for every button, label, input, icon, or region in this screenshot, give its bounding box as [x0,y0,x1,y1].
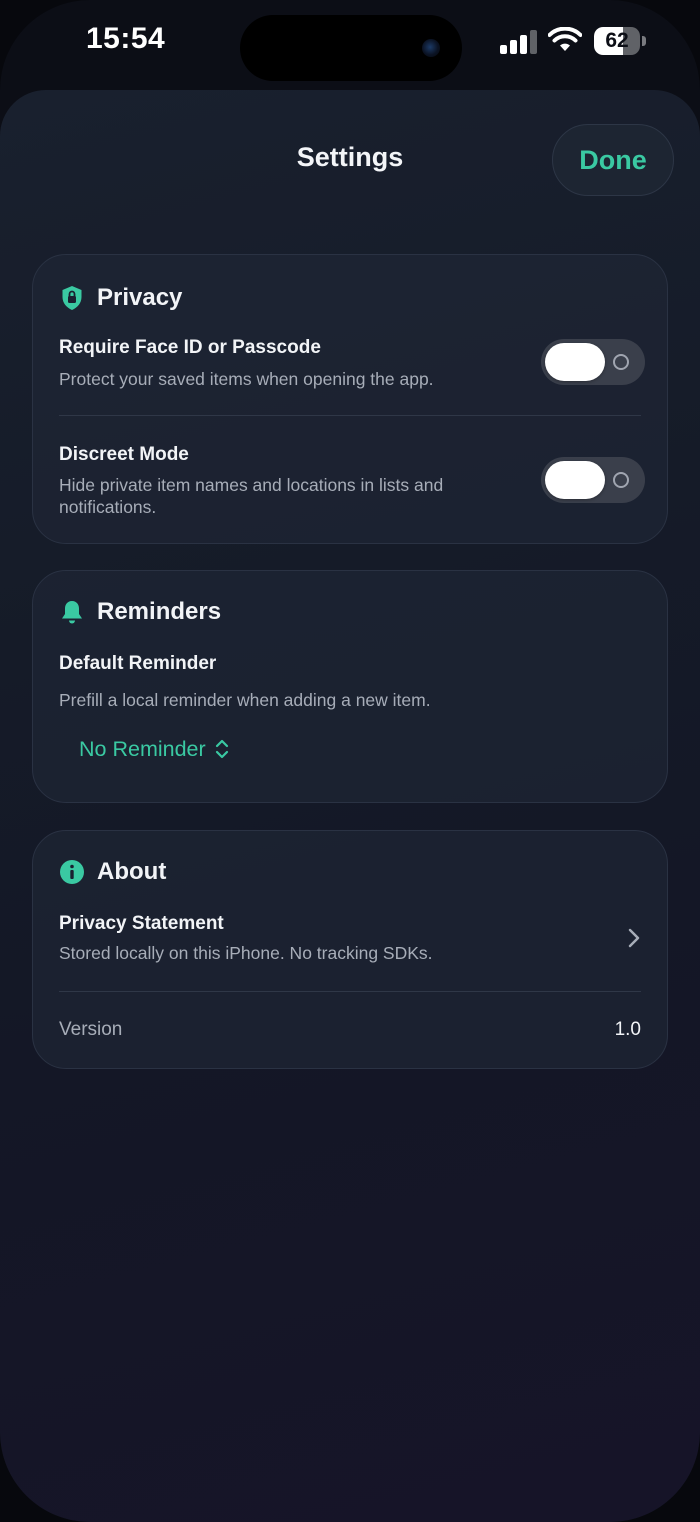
about-section-title: About [97,858,167,885]
about-card: About Privacy Statement Stored locally o… [32,830,668,1069]
done-button[interactable]: Done [552,124,674,196]
info-icon [59,859,85,885]
chevron-right-icon[interactable] [627,927,641,949]
status-bar: 15:54 62 [0,0,700,84]
toggle-off-indicator [613,354,629,370]
reminders-section-title: Reminders [97,598,222,625]
device-frame: 15:54 62 Settings Done Privacy Require F… [0,0,700,1522]
wifi-icon [548,27,582,51]
version-label: Version [59,1019,123,1040]
privacy-section-title: Privacy [97,284,183,311]
status-time: 15:54 [86,22,166,55]
shield-lock-icon [59,285,85,311]
discreet-mode-subtitle-line1: Hide private item names and locations in… [59,475,444,495]
privacy-statement-title[interactable]: Privacy Statement [59,913,224,935]
cellular-signal-icon [500,30,537,54]
chevron-up-down-icon [215,739,228,759]
divider [59,991,641,992]
require-auth-title: Require Face ID or Passcode [59,337,321,358]
version-value: 1.0 [614,1019,641,1040]
divider [59,415,641,416]
battery-percentage: 62 [605,29,629,52]
privacy-section-header: Privacy [59,283,182,313]
battery-body: 62 [594,27,640,55]
battery-cap [642,36,646,46]
screen: 15:54 62 Settings Done Privacy Require F… [0,0,700,1522]
discreet-mode-title: Discreet Mode [59,444,189,465]
discreet-mode-toggle[interactable] [541,457,645,503]
front-camera [422,39,440,57]
default-reminder-title: Default Reminder [59,653,217,674]
toggle-knob [545,461,605,499]
dynamic-island [240,15,462,81]
toggle-off-indicator [613,472,629,488]
discreet-mode-subtitle-line2: notifications. [59,497,157,517]
bell-icon [59,599,85,625]
privacy-card: Privacy Require Face ID or Passcode Prot… [32,254,668,544]
reminders-card: Reminders Default Reminder Prefill a loc… [32,570,668,803]
toggle-knob [545,343,605,381]
about-section-header: About [59,857,166,887]
picker-selected-value: No Reminder [79,736,206,761]
require-auth-subtitle: Protect your saved items when opening th… [59,369,434,389]
battery-indicator: 62 [594,27,646,55]
settings-sheet: Settings Done Privacy Require Face ID or… [0,90,700,1522]
default-reminder-subtitle: Prefill a local reminder when adding a n… [59,690,431,710]
privacy-statement-subtitle: Stored locally on this iPhone. No tracki… [59,943,433,963]
reminders-section-header: Reminders [59,597,221,627]
require-auth-toggle[interactable] [541,339,645,385]
default-reminder-picker[interactable]: No Reminder [79,733,230,765]
